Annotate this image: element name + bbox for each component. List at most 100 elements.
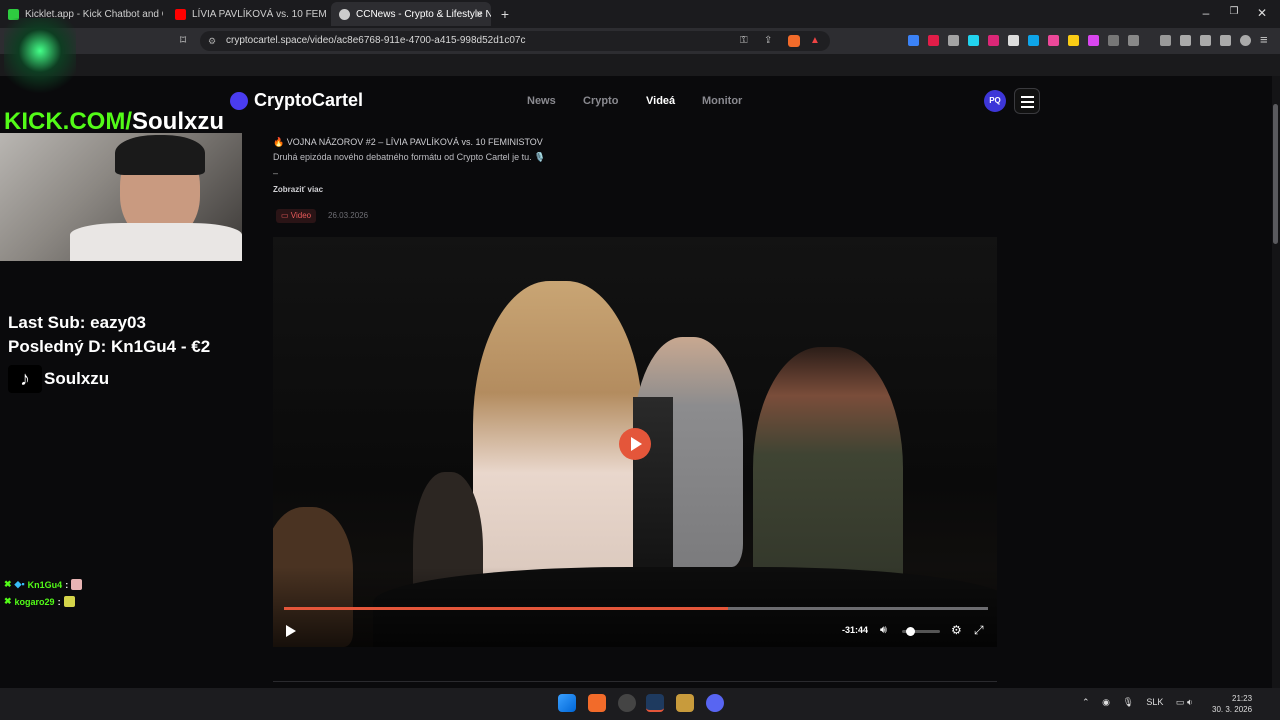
video-camera-icon: ▭ [281,211,291,220]
chat-badge-icon: ◆▪ [14,579,25,589]
webcam-hoodie [70,223,242,261]
menu-line [1021,96,1034,98]
menu-line [1021,106,1034,108]
big-play-button[interactable] [619,428,651,460]
chat-user: kogaro29 [14,596,55,607]
video-person-speaker [473,281,643,601]
last-donation-label: Posledný D: Kn1Gu4 - €2 [8,337,211,356]
divider [273,681,997,682]
extension-icon[interactable] [1068,35,1079,46]
play-icon[interactable] [284,624,298,638]
video-progress-fill [284,607,728,610]
extension-icon[interactable] [928,35,939,46]
video-progress-bar[interactable] [284,607,988,610]
screenshot-icon[interactable] [1128,35,1139,46]
hamburger-menu-button[interactable] [1014,88,1040,114]
globe-favicon-icon [339,8,350,20]
chat-sep: : [65,579,69,590]
post-separator: – [273,168,279,178]
settings-gear-icon[interactable]: ⚙ [951,623,962,637]
language-indicator[interactable]: SLK [1146,697,1163,707]
nav-crypto[interactable]: Crypto [583,95,618,107]
volume-knob[interactable] [905,627,915,636]
chat-badge-icon: ✖ [4,579,12,589]
taskbar-clock[interactable]: 21:23 30. 3. 2026 [1212,693,1252,715]
close-tab-icon[interactable]: × [476,7,483,21]
tab-label: CCNews - Crypto & Lifestyle New [356,8,491,20]
overlay-mascot-logo [4,18,76,100]
discord-icon[interactable] [706,694,724,712]
brave-rewards-icon[interactable]: ▲ [810,31,820,51]
new-tab-button[interactable]: + [495,6,515,22]
volume-icon[interactable]: 🔊︎ [880,624,887,637]
network-icon[interactable]: ▭ [1176,697,1185,707]
extension-icon[interactable] [968,35,979,46]
discord-tray-icon[interactable]: ◉ [1102,697,1110,707]
extension-icon[interactable] [1088,35,1099,46]
time-remaining: -31:44 [842,625,869,635]
chevron-up-icon[interactable]: ⌃ [1082,697,1090,707]
post-title: 🔥 VOJNA NÁZOROV #2 – LÍVIA PAVLÍKOVÁ vs.… [273,137,543,147]
speaker-icon[interactable]: 🔉︎ [1187,697,1193,707]
user-avatar[interactable]: PQ [984,90,1006,112]
tab-ccnews[interactable]: CCNews - Crypto & Lifestyle New × [331,2,491,26]
url-field[interactable]: ⚙ cryptocartel.space/video/ac8e6768-911e… [200,31,830,51]
minimize-icon[interactable]: – [1196,6,1216,20]
chat-user: Kn1Gu4 [27,579,63,590]
close-window-icon[interactable]: ✕ [1252,6,1272,20]
wallet-icon[interactable] [1200,35,1211,46]
chat-sep: : [57,596,61,607]
extension-icon[interactable] [988,35,999,46]
microphone-icon[interactable]: 🎙︎ [1122,697,1133,707]
music-icon[interactable] [1160,35,1171,46]
kick-name: Soulxzu [132,108,225,135]
key-icon[interactable]: ⚿ [740,31,748,51]
badge-label: Video [290,211,312,220]
chat-message: ✖ kogaro29 : [4,596,75,607]
webcam-headphones [115,135,205,175]
fullscreen-icon[interactable]: ⤢ [974,623,984,638]
ai-sparkle-icon[interactable] [1220,35,1231,46]
extension-icon[interactable] [1008,35,1019,46]
video-badge: ▭ Video [276,209,317,223]
tiktok-icon: ♪ [8,365,42,393]
last-sub-label: Last Sub: eazy03 [8,313,146,332]
webcam-feed [0,133,242,261]
show-more-link[interactable]: Zobraziť viac [273,185,323,194]
steam-icon[interactable] [646,694,664,712]
clock-time: 21:23 [1232,694,1253,703]
extension-icon[interactable] [948,35,959,46]
extensions-puzzle-icon[interactable] [1108,35,1119,46]
stream-overlay: KICK.COM/Soulxzu Last Sub: eazy03 Posled… [0,0,273,688]
chat-emote-icon [71,579,83,590]
nav-monitor[interactable]: Monitor [702,95,742,107]
extension-icon[interactable] [908,35,919,46]
chat-message: ✖ ◆▪ Kn1Gu4 : [4,579,83,590]
system-tray: ⌃ ◉ 🎙︎ SLK ▭ 🔉︎ [1082,697,1193,708]
microphone-stand [633,397,673,587]
browser-menu-icon[interactable]: ≡ [1260,32,1268,47]
scrollbar-thumb[interactable] [1273,104,1278,244]
brave-browser-icon[interactable] [588,694,606,712]
windows-start-icon[interactable] [558,694,576,712]
restore-icon[interactable]: ❐ [1224,6,1244,17]
nav-news[interactable]: News [527,95,556,107]
brave-shield-icon[interactable] [788,35,800,47]
post-date: 26.03.2026 [328,211,369,220]
extension-icon[interactable] [1028,35,1039,46]
league-client-icon[interactable] [676,694,694,712]
post-description: Druhá epizóda nového debatného formátu o… [273,152,546,162]
menu-line [1021,101,1034,103]
kick-prefix: KICK.COM/ [4,108,132,135]
vpn-shield-icon[interactable] [1240,35,1251,46]
chat-emote-icon [63,596,75,607]
sidebar-icon[interactable] [1180,35,1191,46]
extension-icon[interactable] [1048,35,1059,46]
obs-icon[interactable] [618,694,636,712]
share-icon[interactable]: ⇪ [764,31,772,51]
kick-url-banner: KICK.COM/Soulxzu [4,108,224,136]
tiktok-name: Soulxzu [44,369,110,388]
chat-badge-icon: ✖ [4,596,12,606]
clock-date: 30. 3. 2026 [1212,705,1253,714]
nav-videa[interactable]: Videá [646,95,675,107]
